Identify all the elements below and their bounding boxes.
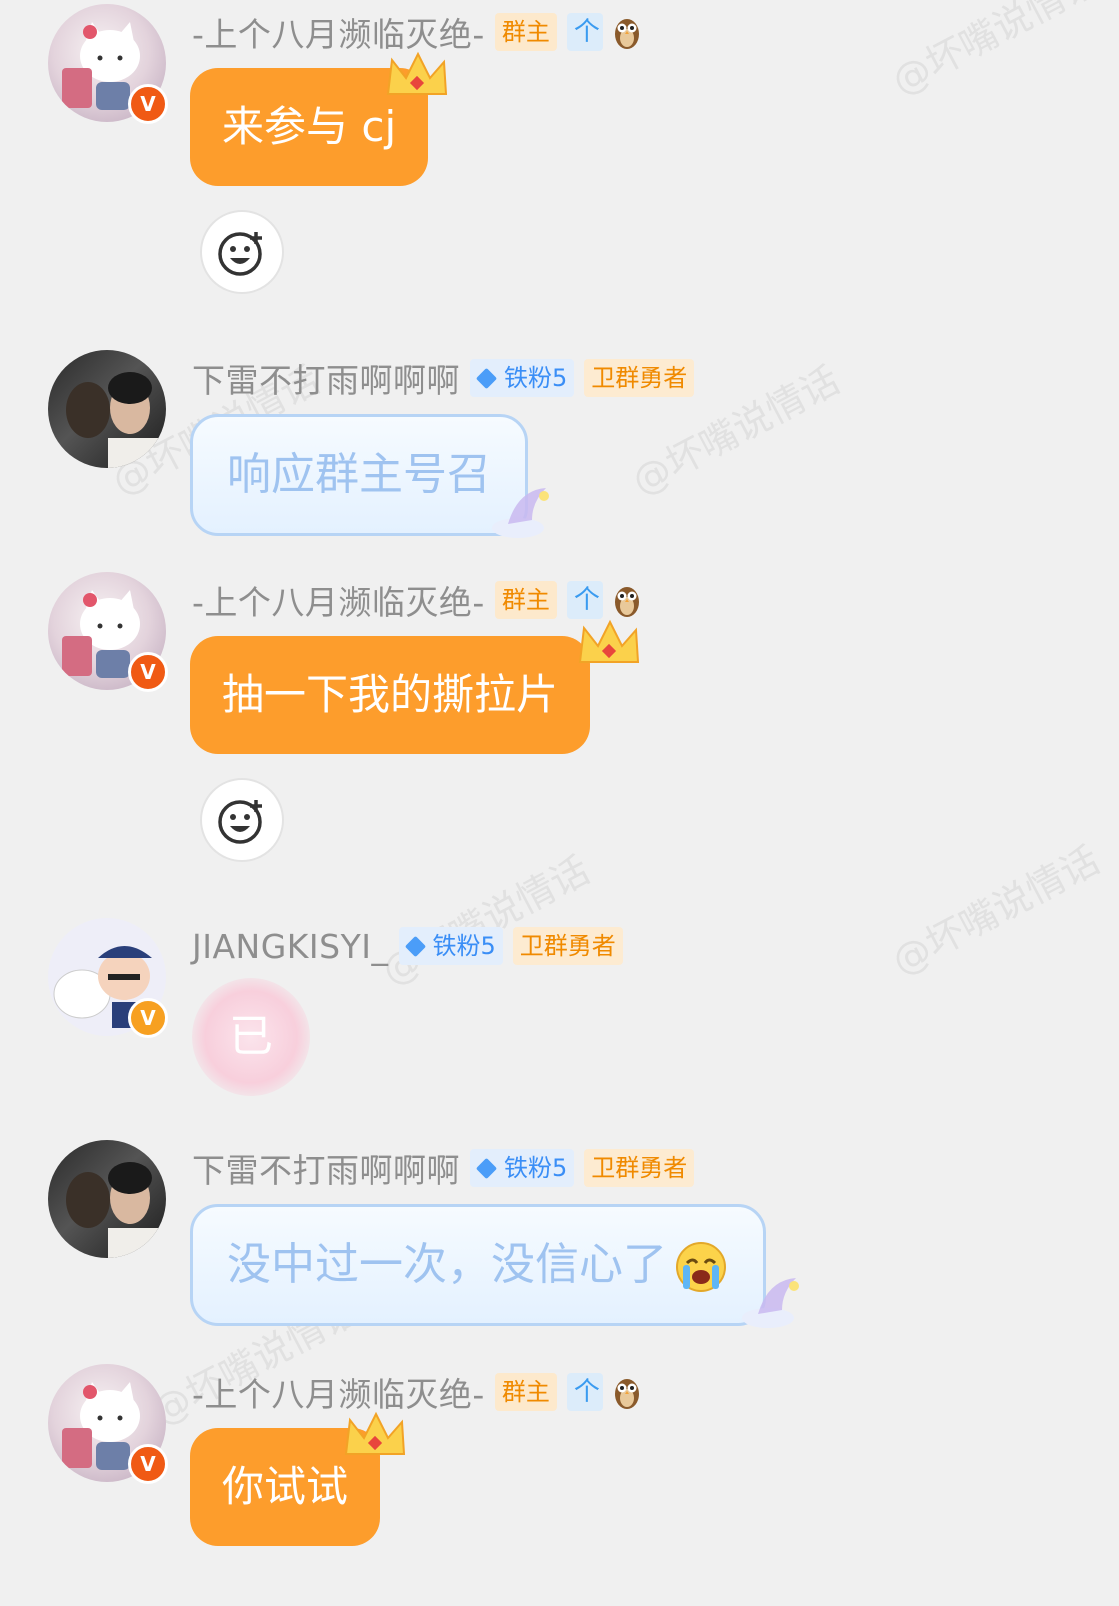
diamond-icon [475,1157,498,1179]
avatar[interactable]: V [48,4,168,124]
fan-level: 铁粉5 [432,932,496,960]
avatar[interactable]: V [48,1364,168,1484]
message-header: -上个八月濒临灭绝- 群主 个 [192,10,641,54]
add-reaction-icon [218,232,262,276]
verified-icon: V [128,1444,168,1484]
photo-avatar [66,1162,158,1258]
guard-badge: 卫群勇者 [584,1149,695,1187]
crown-icon [578,619,640,663]
message-header: -上个八月濒临灭绝- 群主 个 [192,578,641,622]
verified-icon: V [128,84,168,124]
message-header: 下雷不打雨啊啊啊 铁粉5 卫群勇者 [192,354,695,402]
verified-icon: V [128,652,168,692]
username[interactable]: -上个八月濒临灭绝- [192,1368,485,1416]
username[interactable]: JIANGKISYI_ [192,927,389,966]
fan-badge: 铁粉5 [470,359,575,397]
diamond-icon [475,367,498,389]
message-text: 没中过一次，没信心了 [227,1239,667,1290]
avatar[interactable] [48,1140,166,1258]
dolphin-sticker-icon [742,1278,799,1328]
message-bubble[interactable]: 没中过一次，没信心了 [190,1204,766,1326]
owl-icon [614,587,639,617]
fan-level: 铁粉5 [504,1154,568,1182]
up-badge: 个 [566,13,603,51]
fan-level: 铁粉5 [504,364,568,392]
photo-avatar [66,372,158,468]
guard-badge: 卫群勇者 [512,927,623,965]
owl-icon [614,1379,639,1409]
owner-badge: 群主 [494,1373,557,1411]
message-bubble[interactable]: 抽一下我的撕拉片 [190,636,591,754]
watermark: @坏嘴说情话 [374,847,597,994]
username[interactable]: 下雷不打雨啊啊啊 [192,354,460,402]
owl-icon [614,19,639,49]
up-badge: 个 [566,581,603,619]
crying-emoji-icon [676,1242,726,1292]
guard-badge: 卫群勇者 [584,359,695,397]
diamond-icon [404,935,426,957]
dolphin-sticker-icon [492,488,549,538]
add-reaction-button[interactable] [200,210,284,294]
up-badge: 个 [566,1373,603,1411]
crown-icon [344,1411,406,1455]
message-bubble[interactable]: 已 [192,978,310,1096]
crown-icon [386,51,448,95]
avatar[interactable] [48,350,166,468]
username[interactable]: -上个八月濒临灭绝- [192,8,485,56]
username[interactable]: 下雷不打雨啊啊啊 [192,1144,460,1192]
avatar[interactable]: V [48,918,168,1038]
watermark: @坏嘴说情话 [884,0,1107,104]
verified-icon: V [128,998,168,1038]
owner-badge: 群主 [494,581,557,619]
add-reaction-icon [218,800,262,844]
owner-badge: 群主 [494,13,557,51]
avatar[interactable]: V [48,572,168,692]
add-reaction-button[interactable] [200,778,284,862]
message-bubble[interactable]: 响应群主号召 [190,414,528,536]
message-header: 下雷不打雨啊啊啊 铁粉5 卫群勇者 [192,1144,695,1192]
username[interactable]: -上个八月濒临灭绝- [192,576,485,624]
message-header: JIANGKISYI_ 铁粉5 卫群勇者 [192,924,623,968]
fan-badge: 铁粉5 [470,1149,575,1187]
message-header: -上个八月濒临灭绝- 群主 个 [192,1370,641,1414]
watermark: @坏嘴说情话 [884,837,1107,984]
fan-badge: 铁粉5 [398,927,503,965]
